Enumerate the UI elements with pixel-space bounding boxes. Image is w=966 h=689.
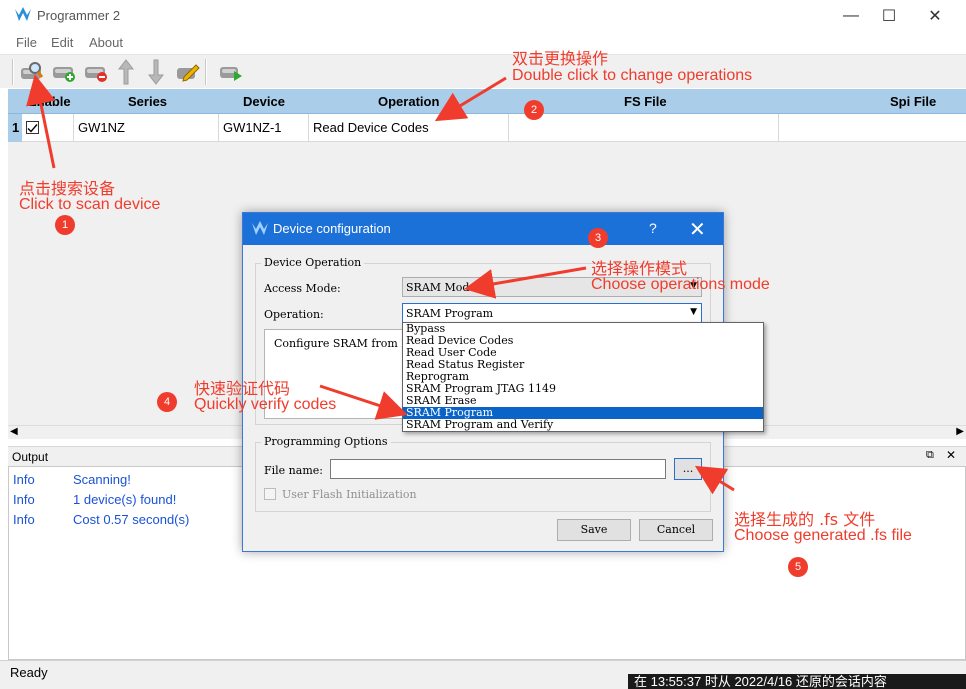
arrow-down-icon — [148, 59, 164, 85]
file-name-label: File name: — [264, 464, 323, 477]
window-title: Programmer 2 — [37, 8, 121, 23]
fs-file-cell[interactable] — [509, 114, 779, 142]
annotation-1-en: Click to scan device — [19, 196, 161, 213]
output-title: Output — [12, 450, 49, 464]
edit-device-button[interactable] — [174, 58, 202, 86]
close-panel-icon[interactable]: ✕ — [946, 448, 956, 462]
log-message: 1 device(s) found! — [73, 492, 177, 507]
flash-init-label: User Flash Initialization — [282, 488, 417, 501]
program-run-icon — [220, 67, 242, 81]
move-down-button[interactable] — [142, 58, 170, 86]
edit-pencil-icon — [177, 64, 200, 82]
column-fs-file[interactable]: FS File — [624, 94, 667, 109]
step-badge-3: 3 — [588, 228, 608, 248]
annotation-3-en: Choose operations mode — [591, 276, 770, 293]
table-header: Enable Series Device Operation FS File S… — [8, 89, 966, 114]
flash-init-checkbox[interactable] — [264, 488, 276, 500]
log-level: Info — [13, 512, 35, 527]
float-panel-icon[interactable]: ⧉ — [926, 449, 934, 462]
dialog-title: Device configuration — [273, 221, 391, 236]
series-cell[interactable]: GW1NZ — [74, 114, 219, 142]
operation-description-text: Configure SRAM from FS — [274, 337, 417, 350]
column-device[interactable]: Device — [243, 94, 285, 109]
remove-device-button[interactable] — [82, 58, 110, 86]
toolbar-separator — [12, 59, 14, 85]
add-device-button[interactable] — [50, 58, 78, 86]
enable-cell[interactable] — [22, 114, 74, 142]
device-cell[interactable]: GW1NZ-1 — [219, 114, 309, 142]
row-number: 1 — [8, 114, 22, 142]
checkmark-icon — [27, 124, 38, 133]
operation-value: SRAM Program — [406, 307, 494, 320]
remove-device-icon — [85, 67, 107, 82]
program-run-button[interactable] — [217, 58, 245, 86]
scroll-right-icon[interactable]: ▶ — [956, 426, 964, 437]
step-badge-5: 5 — [788, 557, 808, 577]
toolbar — [0, 54, 966, 88]
scroll-left-icon[interactable]: ◀ — [10, 426, 18, 437]
scan-device-icon — [21, 62, 44, 79]
move-up-button[interactable] — [112, 58, 140, 86]
log-level: Info — [13, 472, 35, 487]
step-badge-1: 1 — [55, 215, 75, 235]
dropdown-option[interactable]: SRAM Program and Verify — [403, 419, 763, 431]
annotation-2-zh: 双击更换操作 — [512, 49, 609, 68]
column-enable[interactable]: Enable — [28, 94, 71, 109]
toolbar-separator — [205, 59, 207, 85]
programming-options-label: Programming Options — [261, 435, 391, 448]
menu-edit[interactable]: Edit — [51, 35, 73, 50]
operation-cell[interactable]: Read Device Codes — [309, 114, 509, 142]
scan-device-button[interactable] — [18, 58, 46, 86]
menu-about[interactable]: About — [89, 35, 123, 50]
taskbar-notice: 在 13:55:37 时从 2022/4/16 还原的会话内容 — [628, 674, 966, 689]
access-mode-label: Access Mode: — [264, 282, 341, 295]
log-level: Info — [13, 492, 35, 507]
step-badge-4: 4 — [157, 392, 177, 412]
column-spi-file[interactable]: Spi File — [890, 94, 936, 109]
browse-button[interactable]: ... — [674, 458, 702, 480]
step-badge-2: 2 — [524, 100, 544, 120]
file-name-input[interactable] — [330, 459, 666, 479]
operation-label: Operation: — [264, 308, 324, 321]
enable-checkbox[interactable] — [26, 121, 39, 134]
save-button[interactable]: Save — [557, 519, 631, 541]
device-operation-label: Device Operation — [261, 256, 365, 269]
operation-dropdown-list[interactable]: Bypass Read Device Codes Read User Code … — [402, 322, 764, 432]
operation-select[interactable]: SRAM Program ▼ — [402, 303, 702, 323]
log-message: Scanning! — [73, 472, 131, 487]
annotation-2-en: Double click to change operations — [512, 67, 753, 84]
cancel-button[interactable]: Cancel — [639, 519, 713, 541]
dialog-title-bar: Device configuration ? ✕ — [243, 213, 723, 245]
gowin-logo-icon — [14, 7, 32, 26]
access-mode-value: SRAM Mode — [406, 281, 476, 294]
status-text: Ready — [10, 665, 48, 680]
menu-file[interactable]: File — [16, 35, 37, 50]
menu-bar: File Edit About — [0, 32, 966, 54]
dialog-close-button[interactable]: ✕ — [689, 217, 706, 242]
spi-file-cell[interactable] — [779, 114, 966, 142]
log-message: Cost 0.57 second(s) — [73, 512, 190, 527]
title-bar: Programmer 2 — ☐ ✕ — [0, 0, 966, 32]
annotation-4-en: Quickly verify codes — [194, 396, 337, 413]
close-button[interactable]: ✕ — [912, 0, 958, 32]
add-device-icon — [53, 67, 75, 82]
arrow-up-icon — [118, 59, 134, 85]
chevron-down-icon: ▼ — [690, 307, 697, 317]
maximize-button[interactable]: ☐ — [866, 0, 912, 32]
column-series[interactable]: Series — [128, 94, 167, 109]
annotation-5-en: Choose generated .fs file — [734, 527, 912, 544]
gowin-logo-icon — [251, 221, 269, 240]
table-row[interactable]: 1 GW1NZ GW1NZ-1 Read Device Codes — [8, 114, 966, 142]
help-button[interactable]: ? — [649, 220, 657, 236]
column-operation[interactable]: Operation — [378, 94, 439, 109]
